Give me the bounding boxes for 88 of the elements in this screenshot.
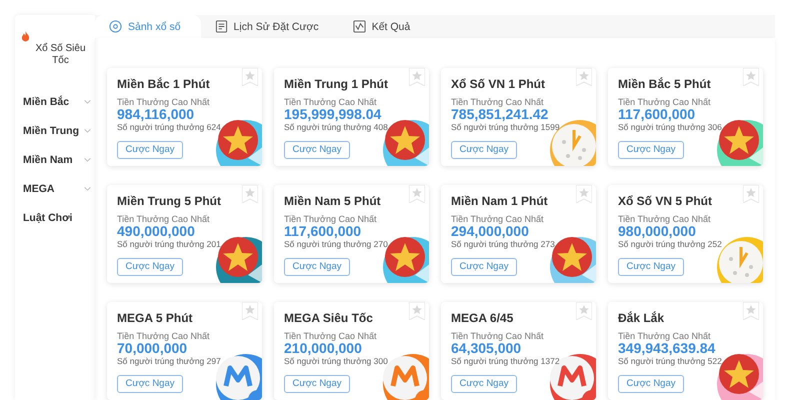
star-bookmark-icon[interactable] [409, 185, 425, 203]
star-bookmark-icon[interactable] [409, 68, 425, 86]
target-icon [109, 20, 122, 33]
winner-count: Số người trúng thưởng 408 [284, 122, 389, 132]
winner-count: Số người trúng thưởng 273 [451, 239, 556, 249]
game-title: Miền Trung 5 Phút [117, 194, 222, 208]
star-bookmark-icon[interactable] [409, 302, 425, 320]
game-title: MEGA Siêu Tốc [284, 311, 374, 325]
game-title: MEGA 6/45 [451, 311, 514, 325]
game-card[interactable]: Xổ Số VN 1 Phút Tiền Thưởng Cao Nhất 785,851,241.42 Số người trúng thưởng 1599 Cược Ngay [441, 68, 596, 166]
prize-label: Tiền Thưởng Cao Nhất [284, 331, 378, 341]
fire-icon [21, 31, 30, 42]
prize-amount: 210,000,000 [284, 341, 363, 356]
winner-count: Số người trúng thưởng 306 [618, 122, 723, 132]
game-card[interactable]: Miền Nam 1 Phút Tiền Thưởng Cao Nhất 294,000,000 Số người trúng thưởng 273 Cược Ngay [441, 185, 596, 283]
prize-label: Tiền Thưởng Cao Nhất [117, 331, 210, 341]
prize-amount: 980,000,000 [618, 224, 697, 239]
game-card[interactable]: MEGA 5 Phút Tiền Thưởng Cao Nhất 70,000,000 Số người trúng thưởng 297 Cược Ngay [107, 302, 262, 400]
chevron-down-icon [84, 186, 91, 190]
winner-count: Số người trúng thưởng 252 [618, 239, 723, 249]
star-bookmark-icon[interactable] [743, 68, 759, 86]
game-title: Miền Bắc 1 Phút [117, 77, 211, 91]
prize-amount: 984,116,000 [117, 107, 196, 122]
chevron-down-icon [84, 158, 91, 162]
tab[interactable]: Lịch Sử Đặt Cược [200, 15, 339, 38]
star-bookmark-icon[interactable] [576, 185, 592, 203]
prize-label: Tiền Thưởng Cao Nhất [284, 214, 378, 224]
winner-count: Số người trúng thưởng 624 [117, 122, 222, 132]
prize-amount: 490,000,000 [117, 224, 196, 239]
prize-label: Tiền Thưởng Cao Nhất [618, 97, 712, 107]
prize-amount: 64,305,000 [451, 341, 522, 356]
game-title: Xổ Số VN 5 Phút [618, 194, 714, 208]
chevron-down-icon [84, 128, 91, 132]
prize-amount: 117,600,000 [284, 224, 362, 239]
tab[interactable]: Kết Quả [338, 15, 430, 38]
game-card[interactable]: Xổ Số VN 5 Phút Tiền Thưởng Cao Nhất 980,000,000 Số người trúng thưởng 252 Cược Ngay [608, 185, 763, 283]
game-card[interactable]: Đắk Lắk Tiền Thưởng Cao Nhất 349,943,639.84 Số người trúng thưởng 522 Cược Ngay [608, 302, 763, 400]
prize-amount: 195,999,998.04 [284, 107, 382, 122]
game-title: Miền Nam 5 Phút [284, 194, 382, 208]
game-card[interactable]: Miền Trung 5 Phút Tiền Thưởng Cao Nhất 490,000,000 Số người trúng thưởng 201 Cược Ngay [107, 185, 262, 283]
prize-label: Tiền Thưởng Cao Nhất [451, 214, 544, 224]
winner-count: Số người trúng thưởng 297 [117, 356, 222, 366]
game-card[interactable]: Miền Nam 5 Phút Tiền Thưởng Cao Nhất 117,600,000 Số người trúng thưởng 270 Cược Ngay [274, 185, 429, 283]
prize-label: Tiền Thưởng Cao Nhất [117, 214, 210, 224]
prize-label: Tiền Thưởng Cao Nhất [451, 331, 544, 341]
prize-label: Tiền Thưởng Cao Nhất [117, 97, 210, 107]
sidebar-item[interactable]: Luật Chơi [15, 203, 95, 232]
winner-count: Số người trúng thưởng 1599 [451, 122, 561, 132]
prize-amount: 785,851,241.42 [451, 107, 550, 122]
chevron-down-icon [84, 100, 91, 104]
prize-label: Tiền Thưởng Cao Nhất [284, 97, 378, 107]
sidebar-heading[interactable]: Xổ Số Siêu Tốc [32, 29, 89, 67]
prize-amount: 294,000,000 [451, 224, 530, 239]
document-icon [214, 20, 228, 33]
star-bookmark-icon[interactable] [242, 302, 258, 320]
game-title: Đắk Lắk [618, 311, 666, 325]
game-title: Miền Bắc 5 Phút [618, 77, 712, 91]
game-card[interactable]: MEGA Siêu Tốc Tiền Thưởng Cao Nhất 210,000,000 Số người trúng thưởng 300 Cược Ngay [274, 302, 429, 400]
game-card[interactable]: MEGA 6/45 Tiền Thưởng Cao Nhất 64,305,000 Số người trúng thưởng 1372 Cược Ngay [441, 302, 596, 400]
star-bookmark-icon[interactable] [743, 302, 759, 320]
prize-label: Tiền Thưởng Cao Nhất [618, 214, 712, 224]
prize-amount: 70,000,000 [117, 341, 188, 356]
prize-amount: 117,600,000 [618, 107, 696, 122]
game-title: Xổ Số VN 1 Phút [451, 77, 546, 91]
winner-count: Số người trúng thưởng 522 [618, 356, 723, 366]
game-card[interactable]: Miền Trung 1 Phút Tiền Thưởng Cao Nhất 195,999,998.04 Số người trúng thưởng 408 Cược Ngay [274, 68, 429, 166]
game-card[interactable]: Miền Bắc 1 Phút Tiền Thưởng Cao Nhất 984,116,000 Số người trúng thưởng 624 Cược Ngay [107, 68, 262, 166]
sidebar-item[interactable]: Miền Bắc [15, 87, 95, 116]
sidebar-item[interactable]: Miền Nam [15, 145, 95, 174]
sidebar-item[interactable]: Miền Trung [15, 116, 95, 145]
winner-count: Số người trúng thưởng 270 [284, 239, 389, 249]
prize-label: Tiền Thưởng Cao Nhất [618, 331, 712, 341]
star-bookmark-icon[interactable] [743, 185, 759, 203]
chart-icon [352, 20, 366, 33]
game-title: MEGA 5 Phút [117, 311, 194, 325]
prize-label: Tiền Thưởng Cao Nhất [451, 97, 544, 107]
star-bookmark-icon[interactable] [576, 68, 592, 86]
game-title: Miền Trung 1 Phút [284, 77, 389, 91]
winner-count: Số người trúng thưởng 1372 [451, 356, 561, 366]
star-bookmark-icon[interactable] [242, 68, 258, 86]
game-card[interactable]: Miền Bắc 5 Phút Tiền Thưởng Cao Nhất 117,600,000 Số người trúng thưởng 306 Cược Ngay [608, 68, 763, 166]
winner-count: Số người trúng thưởng 300 [284, 356, 389, 366]
star-bookmark-icon[interactable] [576, 302, 592, 320]
star-bookmark-icon[interactable] [242, 185, 258, 203]
game-title: Miền Nam 1 Phút [451, 194, 549, 208]
prize-amount: 349,943,639.84 [618, 341, 716, 356]
winner-count: Số người trúng thưởng 201 [117, 239, 222, 249]
sidebar-item[interactable]: MEGA [15, 174, 95, 203]
